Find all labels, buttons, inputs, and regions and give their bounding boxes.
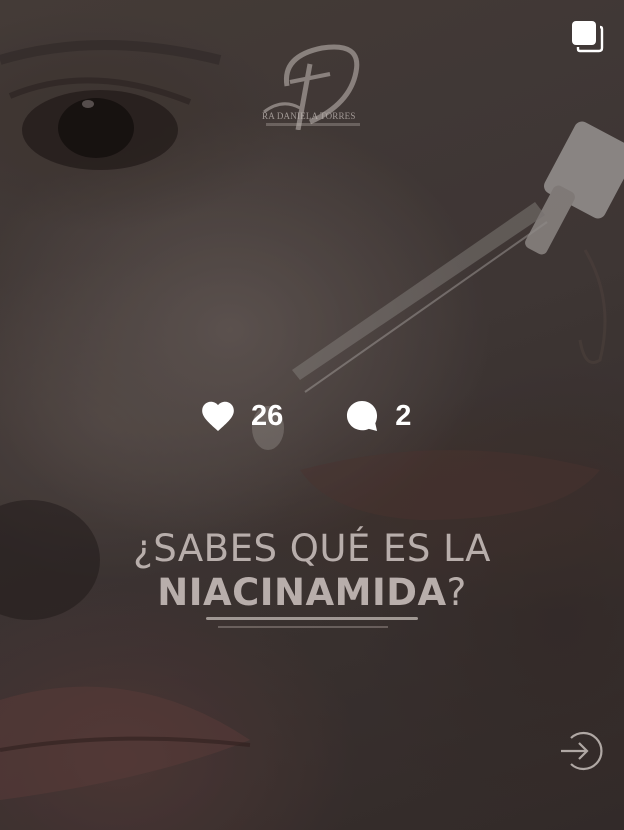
post-headline: ¿SABES QUÉ ES LA NIACINAMIDA? [0, 527, 624, 615]
headline-keyword: NIACINAMIDA [157, 571, 447, 614]
multiple-images-icon [570, 19, 604, 53]
headline-question-mark: ? [446, 571, 467, 614]
likes-stat: 26 [199, 397, 283, 435]
post-stats: 26 2 [199, 394, 411, 438]
brand-logo-text: RA DANIELA TORRES [262, 111, 356, 121]
comment-bubble-icon [343, 397, 381, 435]
headline-line-1: ¿SABES QUÉ ES LA [133, 527, 491, 570]
headline-line-2: NIACINAMIDA? [0, 571, 624, 615]
brand-logo-subtitle-line [266, 123, 360, 126]
likes-count: 26 [251, 399, 284, 432]
headline-underline [206, 617, 418, 620]
comments-count: 2 [395, 399, 412, 432]
heart-icon [199, 397, 237, 435]
instagram-post-tile[interactable]: RA DANIELA TORRES 26 2 ¿SABES QUÉ ES LA … [0, 0, 624, 830]
comments-stat: 2 [343, 397, 411, 435]
arrow-enter-icon [557, 728, 603, 774]
headline-underline-secondary [218, 626, 388, 628]
